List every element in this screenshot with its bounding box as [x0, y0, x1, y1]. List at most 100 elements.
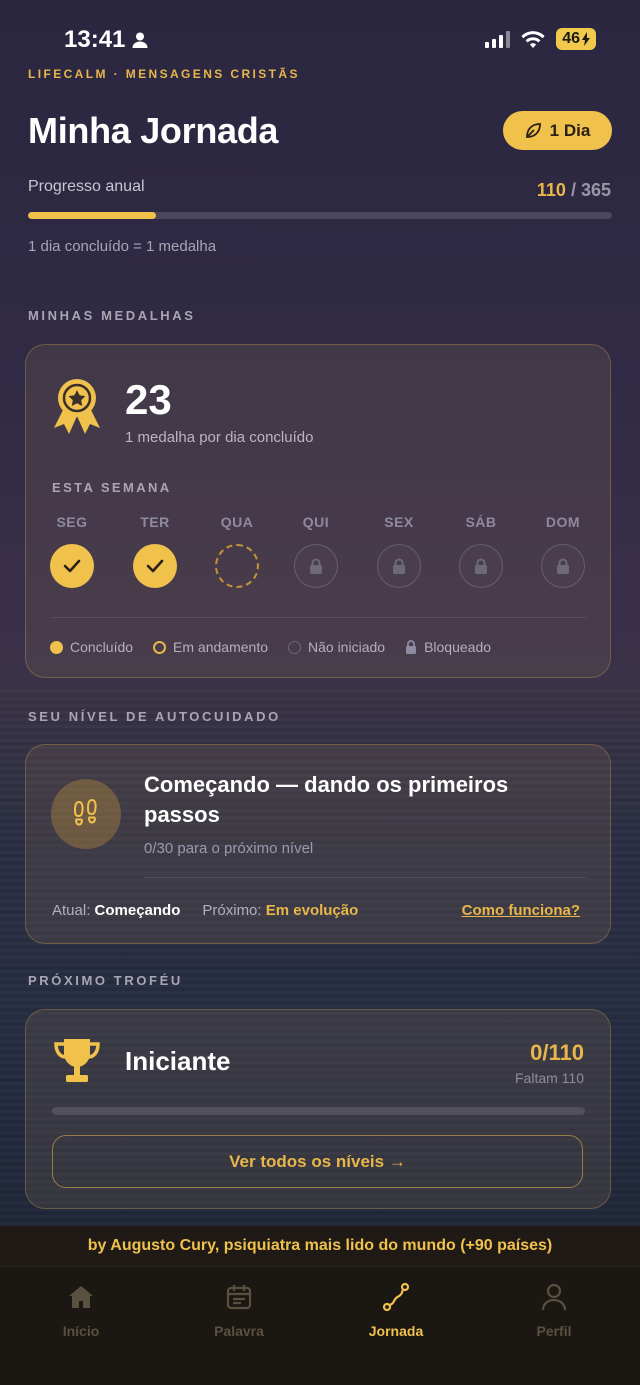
- bottom-tab-bar: Início Palavra Jornada Perfil: [0, 1266, 640, 1385]
- tab-jornada-label: Jornada: [368, 1323, 424, 1339]
- next-level-label: Próximo:: [202, 902, 262, 919]
- medals-divider: [52, 617, 586, 618]
- legend-done-dot: [50, 640, 63, 654]
- lock-icon: [310, 558, 322, 574]
- day-status-done: [133, 544, 177, 588]
- day-status-in-progress: [215, 544, 259, 588]
- week-day-name: DOM: [545, 514, 581, 530]
- week-day-2: QUA: [207, 514, 267, 588]
- week-day-5: SÁB: [451, 514, 511, 588]
- annual-progress-fill: [28, 212, 157, 219]
- week-label: ESTA SEMANA: [52, 480, 172, 495]
- level-title: Começando — dando os primeiros passos: [144, 772, 509, 827]
- week-day-name: QUI: [302, 514, 330, 530]
- wifi-icon: [521, 30, 545, 48]
- week-day-name: SEX: [384, 514, 414, 530]
- charging-bolt-icon: [582, 32, 590, 46]
- annual-progress-bar: [28, 212, 612, 219]
- tab-perfil-label: Perfil: [536, 1323, 572, 1339]
- progress-note: 1 dia concluído = 1 medalha: [28, 238, 217, 255]
- level-subtitle: 0/30 para o próximo nível: [144, 840, 314, 857]
- week-day-1: TER: [125, 514, 185, 588]
- day-status-done: [50, 544, 94, 588]
- person-icon: [541, 1283, 567, 1311]
- tab-jornada[interactable]: Jornada: [341, 1281, 451, 1339]
- calendar-icon: [226, 1285, 252, 1310]
- footprints-icon: [73, 799, 97, 826]
- legend-progress-dot: [153, 640, 167, 654]
- annual-progress-value: 110 / 365: [537, 180, 611, 201]
- tab-inicio-label: Início: [62, 1323, 100, 1339]
- trophy-count: 0/110: [530, 1040, 584, 1065]
- medal-count: 23: [125, 376, 172, 423]
- tab-palavra[interactable]: Palavra: [184, 1281, 294, 1339]
- check-icon: [146, 559, 164, 573]
- trophy-name: Iniciante: [125, 1046, 231, 1076]
- legend-locked: Bloqueado: [405, 639, 491, 655]
- view-all-levels-button[interactable]: Ver todos os níveis →: [52, 1135, 583, 1188]
- leaf-icon: [525, 123, 541, 138]
- lock-icon: [393, 558, 405, 574]
- progress-total: 365: [580, 180, 611, 200]
- day-status-locked: [459, 544, 503, 588]
- week-day-name: QUA: [220, 514, 254, 530]
- journey-path-icon: [382, 1282, 410, 1312]
- level-divider: [144, 877, 586, 878]
- trophy-icon: [52, 1036, 102, 1091]
- battery-level: 46: [562, 30, 580, 47]
- brand-label: LIFECALM · MENSAGENS CRISTÃS: [28, 67, 300, 81]
- time-text: 13:41: [64, 26, 126, 53]
- legend-progress-label: Em andamento: [173, 639, 268, 655]
- week-day-3: QUI: [286, 514, 346, 588]
- page-title: Minha Jornada: [28, 110, 279, 151]
- signal-icon: [485, 30, 511, 48]
- medals-card: [25, 344, 611, 678]
- lock-icon: [406, 640, 417, 654]
- author-banner: by Augusto Cury, psiquiatra mais lido do…: [0, 1226, 640, 1266]
- week-day-6: DOM: [533, 514, 593, 588]
- level-section-label: SEU NÍVEL DE AUTOCUIDADO: [28, 709, 281, 724]
- streak-day-badge[interactable]: 1 Dia: [503, 111, 612, 150]
- legend-locked-label: Bloqueado: [424, 639, 492, 655]
- week-day-4: SEX: [369, 514, 429, 588]
- progress-separator: /: [565, 180, 581, 200]
- medal-icon: [50, 376, 104, 441]
- check-icon: [63, 559, 81, 573]
- trophy-section-label: PRÓXIMO TROFÉU: [28, 973, 183, 988]
- medals-section-label: MINHAS MEDALHAS: [28, 308, 196, 323]
- week-day-name: SÁB: [465, 514, 497, 530]
- tab-palavra-label: Palavra: [214, 1323, 264, 1339]
- tab-perfil[interactable]: Perfil: [499, 1281, 609, 1339]
- annual-progress-label: Progresso anual: [28, 178, 145, 195]
- status-bar-time: 13:41: [64, 26, 149, 54]
- legend-done: Concluído: [50, 639, 133, 655]
- person-status-icon: [132, 32, 148, 48]
- day-status-locked: [294, 544, 338, 588]
- current-level-label: Atual:: [52, 902, 91, 919]
- level-badge: [51, 779, 121, 849]
- status-bar-indicators: 46: [485, 28, 596, 50]
- trophy-progress-bar: [52, 1107, 585, 1115]
- week-day-name: SEG: [56, 514, 88, 530]
- day-status-locked: [377, 544, 421, 588]
- lock-icon: [557, 558, 569, 574]
- legend-not-started-dot: [288, 640, 301, 654]
- battery-indicator: 46: [556, 28, 596, 50]
- legend-not-started: Não iniciado: [288, 639, 385, 655]
- tab-inicio[interactable]: Início: [26, 1281, 136, 1339]
- level-status-row: Atual: Começando Próximo: Em evolução Co…: [52, 902, 580, 919]
- home-icon: [69, 1286, 93, 1308]
- legend-done-label: Concluído: [70, 639, 134, 655]
- legend-progress: Em andamento: [153, 639, 268, 655]
- day-status-locked: [541, 544, 585, 588]
- week-legend: Concluído Em andamento Não iniciado Bloq…: [50, 639, 491, 655]
- week-day-0: SEG: [42, 514, 102, 588]
- medal-subtitle: 1 medalha por dia concluído: [125, 429, 314, 446]
- streak-day-label: 1 Dia: [549, 120, 591, 140]
- how-it-works-link[interactable]: Como funciona?: [462, 902, 580, 919]
- current-level-value: Começando: [94, 902, 181, 919]
- next-level-value: Em evolução: [265, 902, 359, 919]
- week-day-name: TER: [140, 514, 170, 530]
- progress-current: 110: [536, 180, 566, 200]
- legend-not-started-label: Não iniciado: [308, 639, 386, 655]
